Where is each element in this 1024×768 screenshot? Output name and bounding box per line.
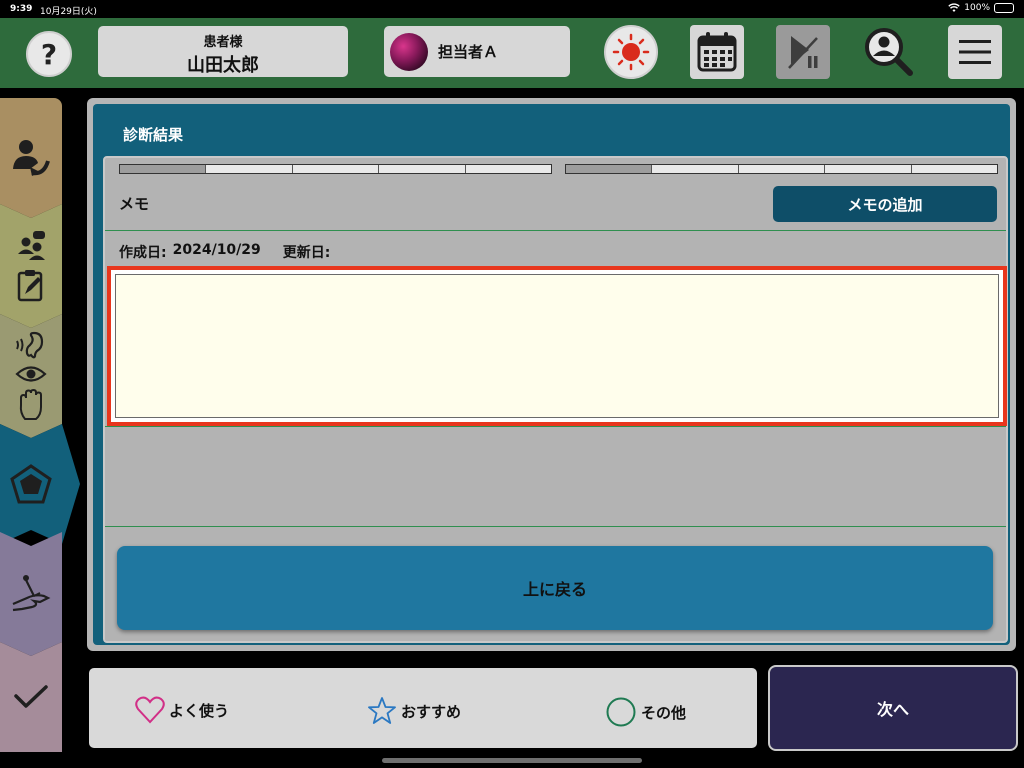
created-date-value: 2024/10/29 xyxy=(172,242,261,258)
patient-label: 患者様 xyxy=(203,35,243,50)
progress-segments-right xyxy=(565,164,998,174)
eye-icon xyxy=(15,365,47,383)
help-button[interactable]: ? xyxy=(26,31,72,77)
menu-icon xyxy=(959,40,991,64)
filter-recommended-label: おすすめ xyxy=(401,702,462,721)
divider xyxy=(105,230,1006,231)
checkmark-icon xyxy=(14,685,48,708)
consultation-icon xyxy=(15,230,47,262)
status-bar: 9:39 10月29日(火) 100% xyxy=(0,0,1024,18)
back-to-top-button[interactable]: 上に戻る xyxy=(117,546,993,630)
created-date-label: 作成日: xyxy=(119,245,167,261)
updated-date-label: 更新日: xyxy=(282,245,331,261)
filter-favorites-label: よく使う xyxy=(169,701,230,720)
divider xyxy=(105,526,1006,527)
status-right: 100% xyxy=(948,3,1014,13)
sun-icon xyxy=(612,33,650,71)
play-pause-icon xyxy=(788,36,818,69)
sidebar-tab-patient-transfer[interactable] xyxy=(0,98,62,218)
filter-other-label: その他 xyxy=(641,703,687,722)
heart-icon xyxy=(135,696,165,724)
sidebar-tab-senses[interactable] xyxy=(0,314,62,438)
calendar-button[interactable] xyxy=(690,25,744,79)
calendar-icon xyxy=(697,32,737,72)
sidebar-tab-interview[interactable] xyxy=(0,204,62,328)
memo-dates: 作成日: 2024/10/29 更新日: xyxy=(119,242,330,262)
star-icon xyxy=(368,697,396,724)
main-panel: 診断結果 メモ メモの追加 作成日: 2024/10/29 更新日: 上に戻る xyxy=(87,98,1016,651)
memo-label: メモ xyxy=(119,195,150,213)
pentagon-chart-icon xyxy=(10,464,52,504)
battery-icon xyxy=(994,3,1014,13)
search-user-button[interactable] xyxy=(862,25,916,79)
user-search-icon xyxy=(865,28,913,76)
acupuncture-hand-icon xyxy=(10,574,52,614)
filter-favorites[interactable]: よく使う xyxy=(135,696,229,724)
add-memo-button[interactable]: メモの追加 xyxy=(773,186,997,222)
divider xyxy=(105,426,1006,427)
wifi-icon xyxy=(948,3,960,12)
patient-name: 山田太郎 xyxy=(187,55,259,76)
staff-avatar xyxy=(390,32,428,71)
memo-input-highlight xyxy=(107,266,1007,426)
staff-name: 担当者Ａ xyxy=(438,43,499,61)
status-date: 10月29日(火) xyxy=(40,7,97,17)
section-title: 診断結果 xyxy=(123,126,184,144)
ear-icon xyxy=(14,331,48,359)
step-sidebar xyxy=(0,98,78,752)
top-bar: ? 患者様 山田太郎 担当者Ａ xyxy=(0,18,1024,88)
progress-segments-left xyxy=(119,164,552,174)
play-pause-button[interactable] xyxy=(776,25,830,79)
diagnosis-result-panel: 診断結果 メモ メモの追加 作成日: 2024/10/29 更新日: 上に戻る xyxy=(93,104,1010,645)
battery-percent: 100% xyxy=(964,3,990,13)
hand-icon xyxy=(16,389,46,421)
staff-selector[interactable]: 担当者Ａ xyxy=(384,26,570,77)
status-time: 9:39 xyxy=(10,4,33,14)
home-indicator[interactable] xyxy=(382,758,642,763)
sidebar-tab-treatment[interactable] xyxy=(0,532,62,656)
sidebar-tab-complete[interactable] xyxy=(0,642,62,752)
light-button[interactable] xyxy=(604,25,658,79)
patient-info-box[interactable]: 患者様 山田太郎 xyxy=(98,26,348,77)
filter-bar: よく使う おすすめ その他 xyxy=(86,665,760,751)
clipboard-icon xyxy=(16,268,46,302)
circle-icon xyxy=(606,697,636,727)
next-button[interactable]: 次へ xyxy=(768,665,1018,751)
filter-other[interactable]: その他 xyxy=(605,696,686,728)
menu-button[interactable] xyxy=(948,25,1002,79)
memo-textarea[interactable] xyxy=(115,274,999,418)
patient-transfer-icon xyxy=(10,137,52,179)
filter-recommended[interactable]: おすすめ xyxy=(367,696,461,726)
sidebar-tab-diagnosis[interactable] xyxy=(0,424,80,544)
memo-content-area: メモ メモの追加 作成日: 2024/10/29 更新日: 上に戻る xyxy=(103,156,1008,643)
